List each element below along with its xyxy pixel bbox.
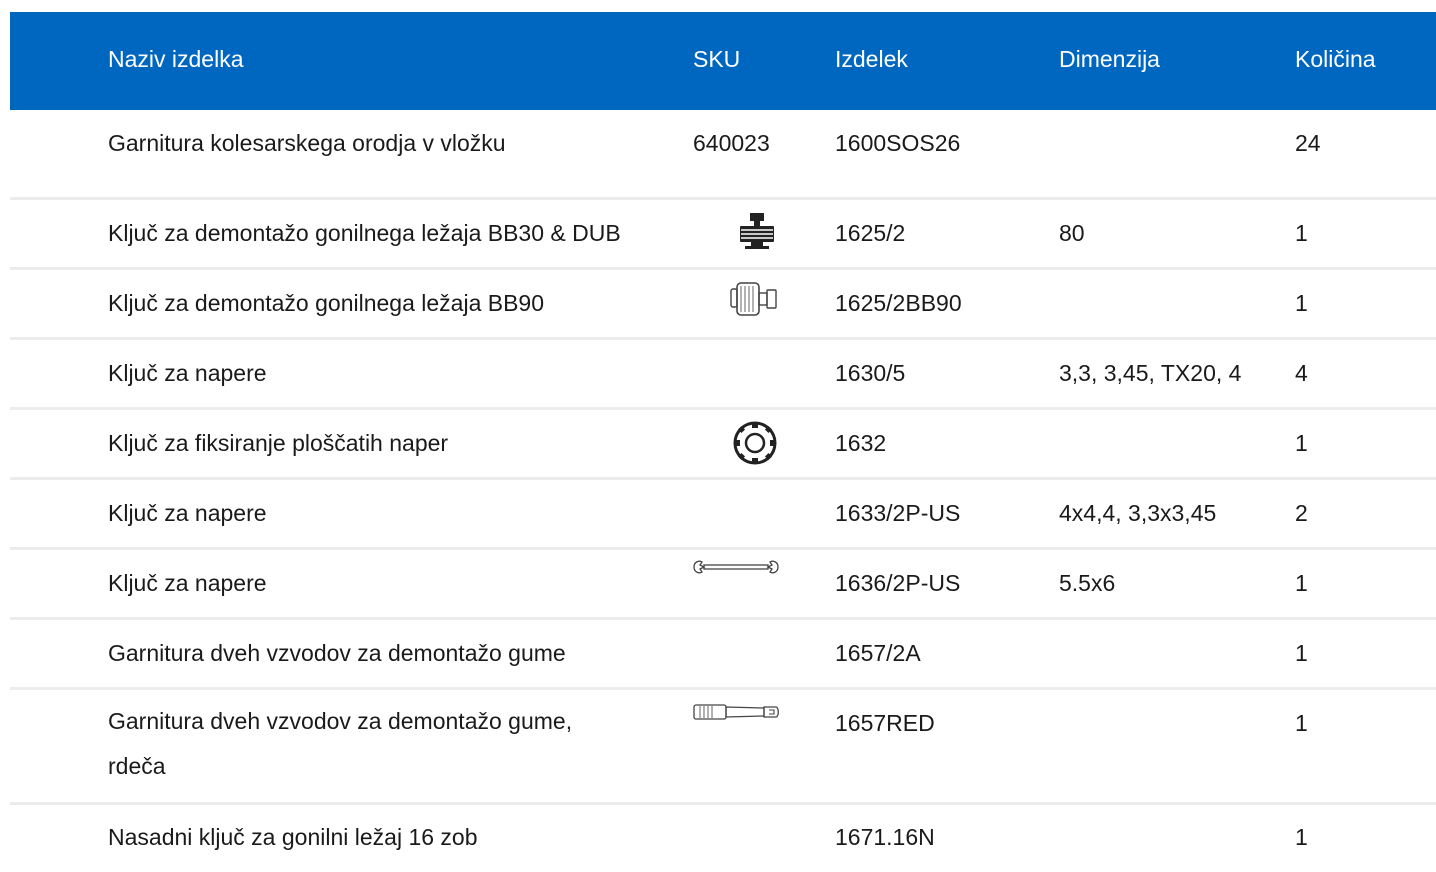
table-row: Ključ za napere 1630/5 3,3, 3,45, TX20, … [10, 340, 1436, 410]
bottom-bracket-tool-icon [740, 213, 774, 249]
row-item: 1633/2P-US [835, 500, 961, 526]
table-row: Garnitura kolesarskega orodja v vložku 6… [10, 110, 1436, 200]
row-quantity: 2 [1295, 500, 1308, 526]
row-quantity: 1 [1295, 640, 1308, 666]
row-item: 1632 [835, 430, 887, 456]
row-name: Ključ za napere [108, 570, 267, 596]
table-header: Naziv izdelka SKU Izdelek Dimenzija Koli… [10, 12, 1436, 110]
row-sku: 640023 [693, 130, 770, 156]
row-quantity: 24 [1295, 130, 1321, 156]
row-dimension: 3,3, 3,45, TX20, 4 [1059, 360, 1242, 386]
table-row: Garnitura dveh vzvodov za demontažo gume… [10, 690, 1436, 805]
row-item: 1671.16N [835, 824, 935, 850]
row-quantity: 1 [1295, 824, 1308, 850]
row-item: 1625/2BB90 [835, 290, 962, 316]
row-name: Ključ za demontažo gonilnega ležaja BB30… [108, 220, 621, 246]
table-row: Ključ za napere 1636/2P-US 5.5x6 1 [10, 550, 1436, 620]
row-name: Ključ za demontažo gonilnega ležaja BB90 [108, 290, 545, 316]
tire-lever-icon [693, 704, 779, 720]
table-row: Nasadni ključ za gonilni ležaj 16 zob 16… [10, 805, 1436, 872]
row-name: Ključ za napere [108, 500, 267, 526]
row-dimension: 5.5x6 [1059, 570, 1116, 596]
header-dimension[interactable]: Dimenzija [1059, 46, 1160, 73]
table-row: Ključ za napere 1633/2P-US 4x4,4, 3,3x3,… [10, 480, 1436, 550]
row-name: Ključ za fiksiranje ploščatih naper [108, 430, 449, 456]
row-quantity: 1 [1295, 570, 1308, 596]
row-name: Garnitura dveh vzvodov za demontažo gume… [108, 708, 573, 779]
row-item: 1657RED [835, 710, 935, 736]
row-quantity: 1 [1295, 710, 1308, 736]
row-name: Garnitura dveh vzvodov za demontažo gume [108, 640, 566, 666]
row-item: 1600SOS26 [835, 130, 961, 156]
header-item[interactable]: Izdelek [835, 46, 908, 73]
product-table: Naziv izdelka SKU Izdelek Dimenzija Koli… [10, 12, 1436, 872]
row-dimension: 4x4,4, 3,3x3,45 [1059, 500, 1217, 526]
row-name: Garnitura kolesarskega orodja v vložku [108, 130, 506, 156]
row-item: 1630/5 [835, 360, 906, 386]
table-row: Ključ za demontažo gonilnega ležaja BB30… [10, 200, 1436, 270]
flat-spoke-holder-icon [733, 421, 777, 465]
row-name: Nasadni ključ za gonilni ležaj 16 zob [108, 824, 478, 850]
header-name[interactable]: Naziv izdelka [108, 46, 244, 73]
table-row: Ključ za fiksiranje ploščatih naper 1632… [10, 410, 1436, 480]
row-item: 1657/2A [835, 640, 921, 666]
row-item: 1636/2P-US [835, 570, 961, 596]
table-row: Garnitura dveh vzvodov za demontažo gume… [10, 620, 1436, 690]
double-spoke-wrench-icon [693, 560, 779, 574]
table-row: Ključ za demontažo gonilnega ležaja BB90… [10, 270, 1436, 340]
row-quantity: 1 [1295, 220, 1308, 246]
header-quantity[interactable]: Količina [1295, 46, 1376, 73]
bb90-tool-icon [730, 282, 777, 316]
header-sku[interactable]: SKU [693, 46, 740, 73]
row-name: Ključ za napere [108, 360, 267, 386]
row-quantity: 4 [1295, 360, 1308, 386]
row-item: 1625/2 [835, 220, 906, 246]
row-quantity: 1 [1295, 290, 1308, 316]
row-quantity: 1 [1295, 430, 1308, 456]
row-dimension: 80 [1059, 220, 1085, 246]
